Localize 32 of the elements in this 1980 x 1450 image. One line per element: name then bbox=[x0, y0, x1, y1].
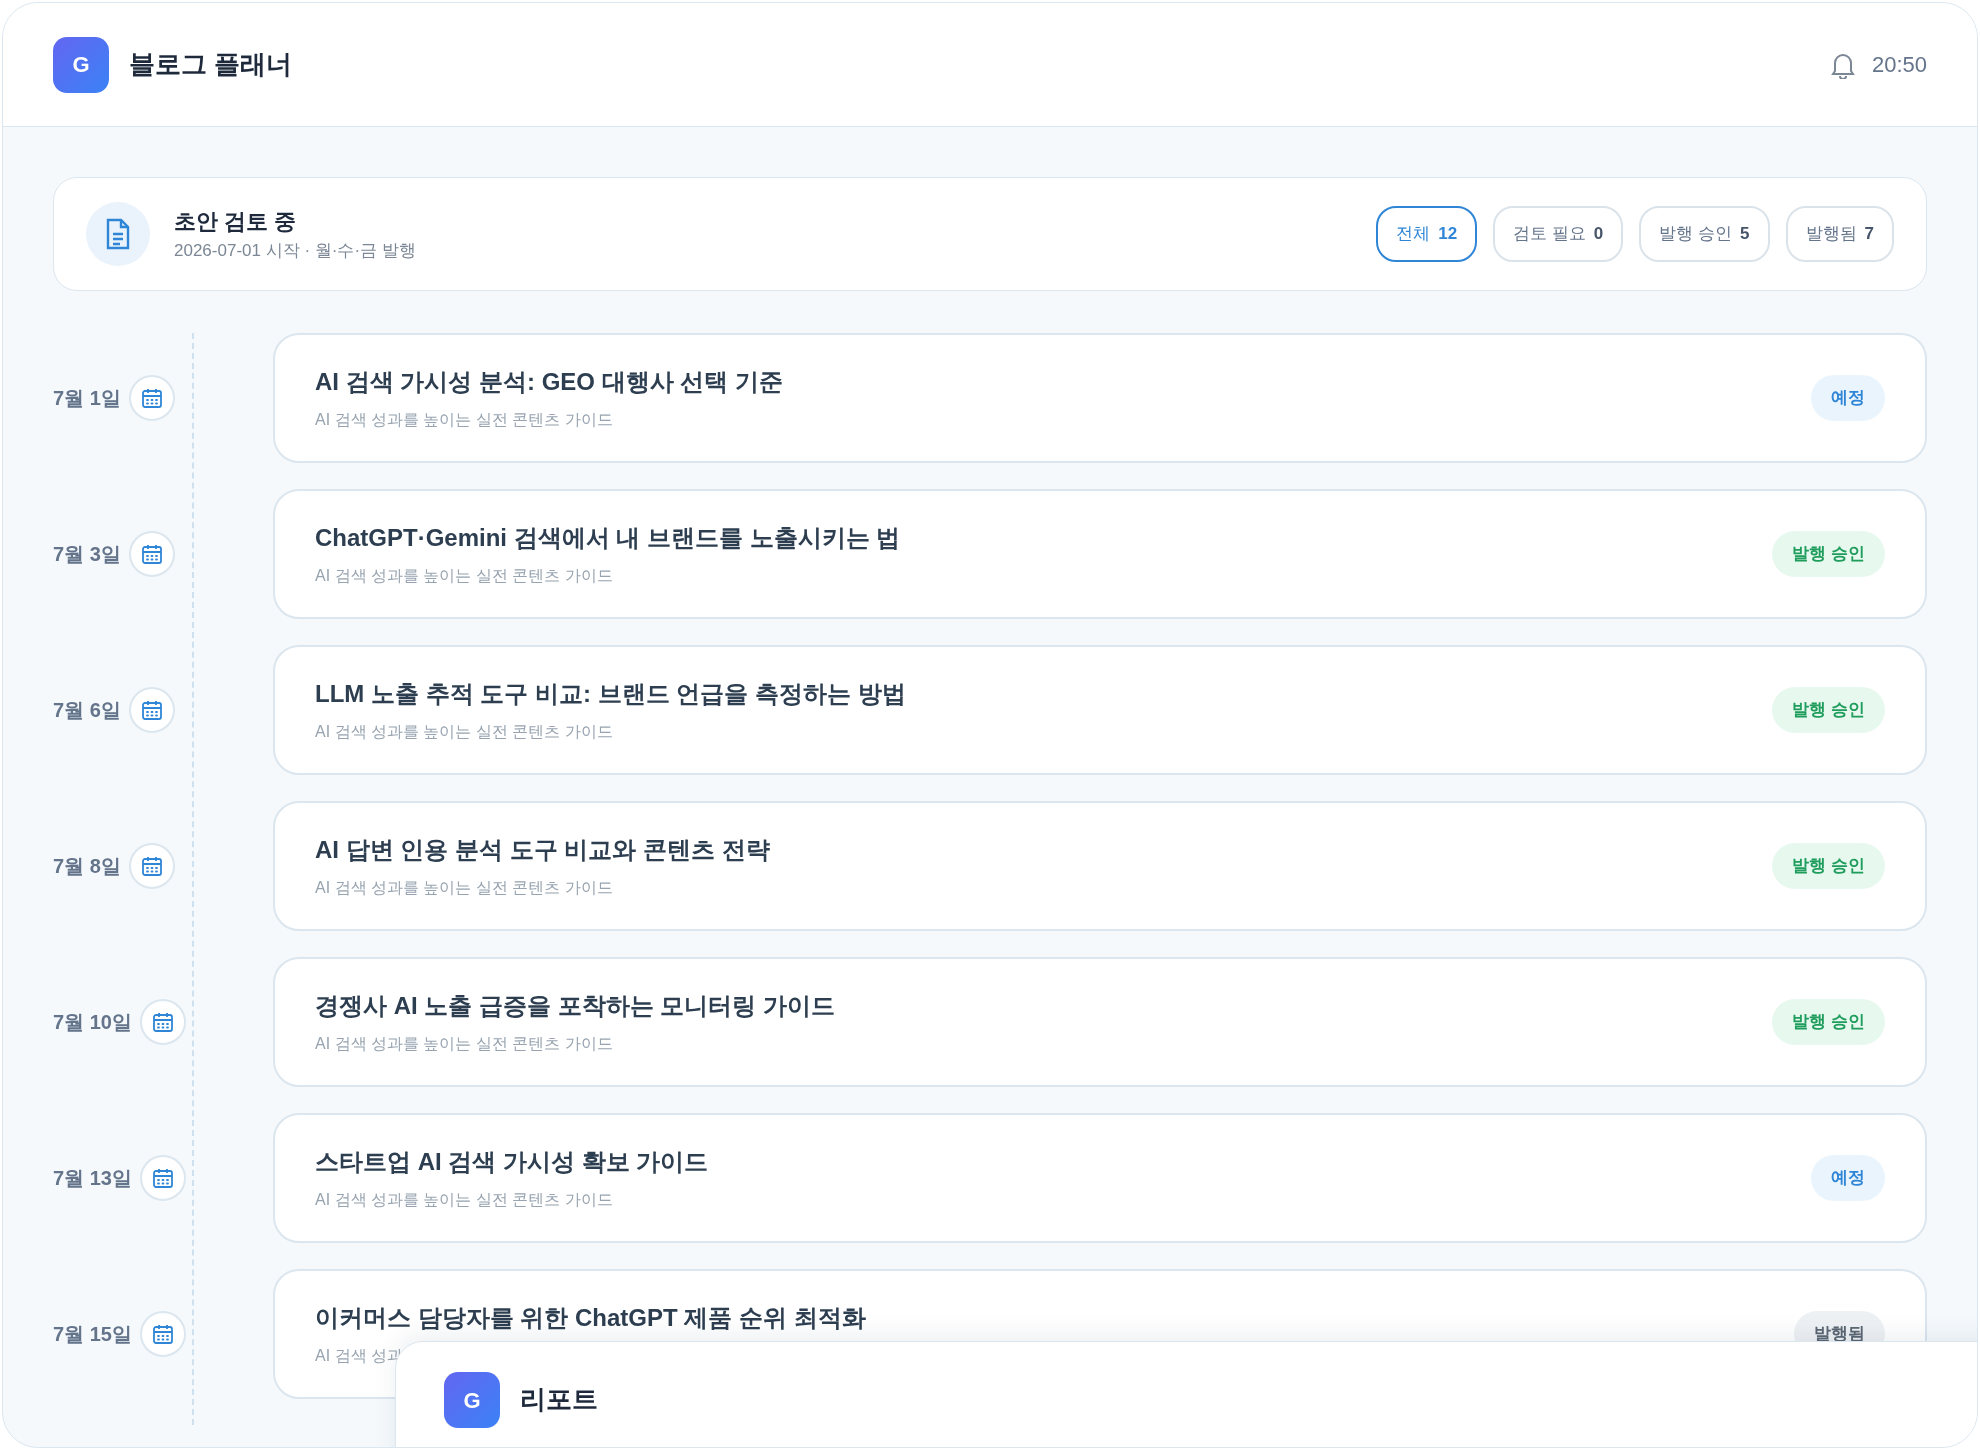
post-title: 스타트업 AI 검색 가시성 확보 가이드 bbox=[315, 1147, 709, 1177]
post-subtitle: AI 검색 성과를 높이는 실전 콘텐츠 가이드 bbox=[315, 1034, 614, 1054]
post-date: 7월 10일 bbox=[53, 1010, 132, 1035]
post-subtitle: AI 검색 성과를 높이는 실전 콘텐츠 가이드 bbox=[315, 878, 614, 898]
app-title: 블로그 플래너 bbox=[129, 48, 293, 81]
status-badge: 발행 승인 bbox=[1772, 687, 1885, 733]
summary-subtitle: 2026-07-01 시작 · 월·수·금 발행 bbox=[174, 239, 416, 262]
summary-title: 초안 검토 중 bbox=[174, 207, 298, 236]
post-date: 7월 1일 bbox=[53, 386, 121, 411]
post-title: 경쟁사 AI 노출 급증을 포착하는 모니터링 가이드 bbox=[315, 991, 835, 1021]
post-title: AI 답변 인용 분석 도구 비교와 콘텐츠 전략 bbox=[315, 835, 770, 865]
post-date: 7월 6일 bbox=[53, 698, 121, 723]
post-date: 7월 3일 bbox=[53, 542, 121, 567]
clock-time: 20:50 bbox=[1871, 51, 1927, 79]
status-badge: 발행 승인 bbox=[1772, 843, 1885, 889]
status-badge: 발행 승인 bbox=[1772, 531, 1885, 577]
post-date: 7월 15일 bbox=[53, 1322, 132, 1347]
post-title: 이커머스 담당자를 위한 ChatGPT 제품 순위 최적화 bbox=[315, 1303, 866, 1333]
post-title: LLM 노출 추적 도구 비교: 브랜드 언급을 측정하는 방법 bbox=[315, 679, 906, 709]
app-logo: G bbox=[444, 1372, 500, 1428]
post-subtitle: AI 검색 성과를 높이는 실전 콘텐츠 가이드 bbox=[315, 1190, 614, 1210]
post-subtitle: AI 검색 성과를 높이는 실전 콘텐츠 가이드 bbox=[315, 566, 614, 586]
post-subtitle: AI 검색 성과를 높이는 실전 콘텐츠 가이드 bbox=[315, 722, 614, 742]
status-badge: 예정 bbox=[1811, 375, 1885, 421]
app-logo: G bbox=[53, 36, 109, 93]
post-title: AI 검색 가시성 분석: GEO 대행사 선택 기준 bbox=[315, 367, 783, 397]
status-badge: 예정 bbox=[1811, 1155, 1885, 1201]
status-badge: 발행 승인 bbox=[1772, 999, 1885, 1045]
post-date: 7월 8일 bbox=[53, 854, 121, 879]
post-title: ChatGPT·Gemini 검색에서 내 브랜드를 노출시키는 법 bbox=[315, 523, 901, 553]
post-subtitle: AI 검색 성과를 높이는 실전 콘텐츠 가이드 bbox=[315, 410, 614, 430]
post-date: 7월 13일 bbox=[53, 1166, 132, 1191]
